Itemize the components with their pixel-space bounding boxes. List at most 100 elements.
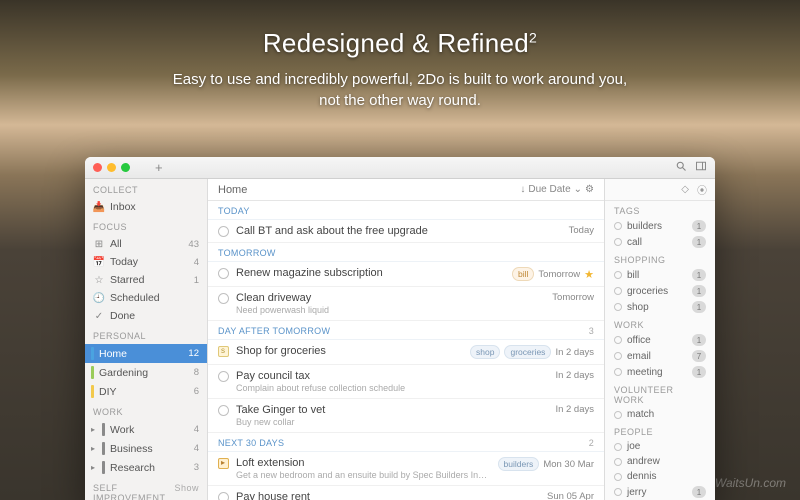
task-title: Renew magazine subscription	[236, 267, 505, 279]
app-window: + COLLECT📥InboxFOCUS⊞All43📅Today4☆Starre…	[85, 157, 715, 500]
task-checkbox[interactable]	[218, 268, 229, 279]
tag-dot-icon	[614, 458, 622, 466]
task-due: In 2 days	[555, 347, 594, 358]
tag-item-builders[interactable]: builders1	[605, 218, 715, 234]
tag-pill[interactable]: builders	[498, 457, 540, 471]
task-section-header: NEXT 30 DAYS2	[208, 433, 604, 452]
tag-dot-icon	[614, 473, 622, 481]
panel-toggle-icon[interactable]	[695, 159, 707, 177]
tag-item-office[interactable]: office1	[605, 332, 715, 348]
tag-dot-icon	[614, 488, 622, 496]
tag-pill[interactable]: shop	[470, 345, 500, 359]
sidebar-list-home[interactable]: Home12	[85, 344, 207, 363]
sidebar-list-diy[interactable]: DIY6	[85, 382, 207, 401]
titlebar: +	[85, 157, 715, 179]
clock-icon: 🕘	[93, 292, 105, 304]
task-note: Get a new bedroom and an ensuite build b…	[236, 470, 491, 480]
tag-item-call[interactable]: call1	[605, 234, 715, 250]
tag-item-groceries[interactable]: groceries1	[605, 283, 715, 299]
tag-dot-icon	[614, 352, 622, 360]
tag-dot-icon	[614, 303, 622, 311]
task-row[interactable]: Clean drivewayNeed powerwash liquidTomor…	[208, 287, 604, 321]
tag-item-email[interactable]: email7	[605, 348, 715, 364]
add-button[interactable]: +	[155, 160, 163, 175]
traffic-light-minimize[interactable]	[107, 163, 116, 172]
list-color-icon	[102, 461, 105, 474]
tag-group-header: PEOPLE	[605, 422, 715, 439]
task-title: Pay council tax	[236, 370, 548, 382]
sidebar-group-header: PERSONAL	[85, 325, 207, 344]
task-checkbox[interactable]	[218, 226, 229, 237]
show-toggle[interactable]: Show	[174, 483, 199, 493]
tag-dot-icon	[614, 222, 622, 230]
traffic-light-zoom[interactable]	[121, 163, 130, 172]
disclosure-icon: ▸	[91, 425, 95, 434]
sidebar-list-research[interactable]: ▸Research3	[85, 458, 207, 477]
task-row[interactable]: Pay house rentSun 05 Apr	[208, 486, 604, 500]
sidebar-item-done[interactable]: ✓Done	[85, 307, 207, 325]
sidebar-group-header: SELF IMPROVEMENTShow	[85, 477, 207, 500]
sort-control[interactable]: ↓ Due Date ⌄ ⚙	[520, 184, 594, 195]
sidebar-item-starred[interactable]: ☆Starred1	[85, 271, 207, 289]
gear-icon[interactable]: ⚙	[585, 184, 594, 195]
sidebar-group-header: COLLECT	[85, 179, 207, 198]
task-row[interactable]: Shop for groceriesshopgroceriesIn 2 days	[208, 340, 604, 365]
task-title: Loft extension	[236, 457, 491, 469]
check-icon: ✓	[93, 310, 105, 322]
list-color-icon	[91, 385, 94, 398]
location-icon[interactable]: ⦿	[697, 182, 707, 197]
sidebar-item-scheduled[interactable]: 🕘Scheduled	[85, 289, 207, 307]
list-color-icon	[91, 366, 94, 379]
task-checkbox[interactable]	[218, 346, 229, 357]
tag-dot-icon	[614, 238, 622, 246]
task-checkbox[interactable]	[218, 405, 229, 416]
tag-pill[interactable]: groceries	[504, 345, 551, 359]
cal-icon: 📅	[93, 256, 105, 268]
task-row[interactable]: Take Ginger to vetBuy new collarIn 2 day…	[208, 399, 604, 433]
star-icon[interactable]: ★	[584, 268, 594, 281]
task-note: Need powerwash liquid	[236, 305, 545, 315]
tag-item-joe[interactable]: joe	[605, 439, 715, 454]
task-row[interactable]: Loft extensionGet a new bedroom and an e…	[208, 452, 604, 486]
star-icon: ☆	[93, 274, 105, 286]
sidebar-list-business[interactable]: ▸Business4	[85, 439, 207, 458]
search-icon[interactable]	[675, 159, 687, 177]
inbox-icon: 📥	[93, 201, 105, 213]
grid-icon: ⊞	[93, 238, 105, 250]
sidebar-item-inbox[interactable]: 📥Inbox	[85, 198, 207, 216]
task-row[interactable]: Call BT and ask about the free upgradeTo…	[208, 220, 604, 243]
task-title: Pay house rent	[236, 491, 540, 500]
tag-item-jerry[interactable]: jerry1	[605, 484, 715, 500]
list-color-icon	[91, 347, 94, 360]
sidebar-item-all[interactable]: ⊞All43	[85, 235, 207, 253]
task-checkbox[interactable]	[218, 293, 229, 304]
tag-icon[interactable]: ◇	[681, 184, 689, 195]
tag-pill[interactable]: bill	[512, 267, 534, 281]
tag-item-match[interactable]: match	[605, 407, 715, 422]
tag-item-andrew[interactable]: andrew	[605, 454, 715, 469]
task-due: Tomorrow	[552, 292, 594, 303]
breadcrumb[interactable]: Home	[218, 184, 247, 196]
tag-dot-icon	[614, 336, 622, 344]
task-row[interactable]: Pay council taxComplain about refuse col…	[208, 365, 604, 399]
task-row[interactable]: Renew magazine subscriptionbillTomorrow★	[208, 262, 604, 287]
list-color-icon	[102, 423, 105, 436]
sidebar-item-today[interactable]: 📅Today4	[85, 253, 207, 271]
sidebar-list-work[interactable]: ▸Work4	[85, 420, 207, 439]
task-list: TODAYCall BT and ask about the free upgr…	[208, 201, 604, 500]
tags-panel-toolbar: ◇ ⦿	[605, 179, 715, 201]
task-checkbox[interactable]	[218, 458, 229, 469]
tag-item-bill[interactable]: bill1	[605, 267, 715, 283]
tag-dot-icon	[614, 271, 622, 279]
hero-subtitle: Easy to use and incredibly powerful, 2Do…	[0, 69, 800, 111]
sidebar-list-gardening[interactable]: Gardening8	[85, 363, 207, 382]
tag-item-dennis[interactable]: dennis	[605, 469, 715, 484]
task-checkbox[interactable]	[218, 371, 229, 382]
task-due: Today	[569, 225, 594, 236]
task-checkbox[interactable]	[218, 492, 229, 500]
tag-item-shop[interactable]: shop1	[605, 299, 715, 315]
watermark: WaitsUn.com	[715, 476, 786, 490]
tag-group-header: WORK	[605, 315, 715, 332]
tag-item-meeting[interactable]: meeting1	[605, 364, 715, 380]
traffic-light-close[interactable]	[93, 163, 102, 172]
